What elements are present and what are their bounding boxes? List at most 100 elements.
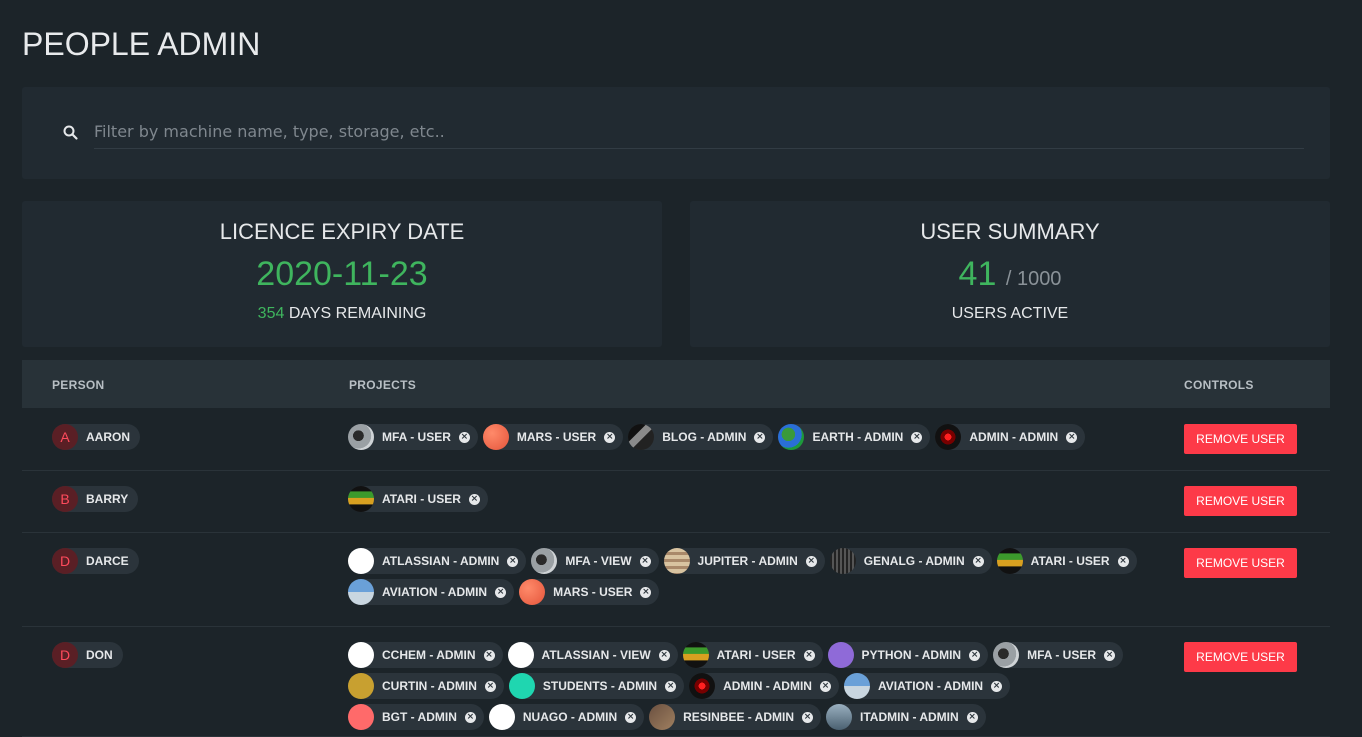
project-tag[interactable]: ADMIN - ADMIN ×	[689, 673, 839, 699]
licence-remaining: 354 DAYS REMAINING	[22, 305, 662, 323]
project-tag-label: MFA - USER	[1027, 648, 1096, 662]
remove-user-button[interactable]: REMOVE USER	[1184, 424, 1297, 454]
close-icon[interactable]: ×	[1117, 555, 1129, 567]
person-chip[interactable]: D DARCE	[52, 548, 139, 574]
project-tag[interactable]: AVIATION - ADMIN ×	[843, 673, 1011, 699]
close-icon[interactable]: ×	[640, 586, 652, 598]
project-tag[interactable]: MARS - USER ×	[482, 424, 624, 450]
search-icon	[63, 125, 78, 140]
project-tag[interactable]: BGT - ADMIN ×	[348, 704, 484, 730]
project-tag-label: MFA - USER	[382, 430, 451, 444]
close-icon[interactable]: ×	[1104, 649, 1115, 661]
project-tag[interactable]: ATLASSIAN - VIEW ×	[507, 642, 678, 668]
licence-card: LICENCE EXPIRY DATE 2020-11-23 354 DAYS …	[22, 201, 662, 347]
mars-icon	[482, 424, 509, 450]
search-input[interactable]	[94, 114, 1304, 149]
project-list: MFA - USER × MARS - USER × BLOG - ADMIN × EART…	[348, 424, 1148, 450]
project-tag[interactable]: CURTIN - ADMIN ×	[348, 673, 504, 699]
person-name: AARON	[86, 430, 130, 444]
close-icon[interactable]: ×	[972, 555, 984, 567]
close-icon[interactable]: ×	[803, 649, 815, 661]
avatar: D	[52, 548, 78, 574]
admin-icon	[689, 673, 716, 699]
close-icon[interactable]: ×	[819, 680, 831, 692]
active-count: 41	[958, 255, 997, 293]
table-row: D DARCE ATLASSIAN - ADMIN × MFA - VIEW × JUPIT…	[22, 532, 1330, 627]
project-tag[interactable]: ATARI - USER ×	[348, 486, 488, 512]
resinbee-icon	[649, 704, 676, 730]
close-icon[interactable]: ×	[468, 493, 480, 505]
project-tag[interactable]: MFA - USER ×	[348, 424, 478, 450]
project-tag-label: ATARI - USER	[716, 648, 796, 662]
person-chip[interactable]: D DON	[52, 642, 123, 668]
close-icon[interactable]: ×	[484, 680, 496, 692]
mars-icon	[519, 579, 546, 605]
project-tag[interactable]: AVIATION - ADMIN ×	[348, 579, 515, 605]
project-tag[interactable]: CCHEM - ADMIN ×	[348, 642, 503, 668]
project-tag[interactable]: EARTH - ADMIN ×	[778, 424, 931, 450]
project-tag[interactable]: ATARI - USER ×	[682, 642, 823, 668]
project-tag[interactable]: JUPITER - ADMIN ×	[663, 548, 825, 574]
project-tag[interactable]: MFA - USER ×	[993, 642, 1123, 668]
person-chip[interactable]: B BARRY	[52, 486, 139, 512]
remove-user-button[interactable]: REMOVE USER	[1184, 486, 1297, 516]
remove-user-button[interactable]: REMOVE USER	[1184, 642, 1297, 672]
user-summary-card: USER SUMMARY 41 / 1000 USERS ACTIVE	[690, 201, 1330, 347]
project-tag-label: PYTHON - ADMIN	[861, 648, 962, 662]
header-projects[interactable]: PROJECTS	[349, 378, 416, 392]
project-tag-label: BLOG - ADMIN	[662, 430, 747, 444]
close-icon[interactable]: ×	[625, 711, 637, 723]
project-tag-label: EARTH - ADMIN	[812, 430, 904, 444]
person-name: DARCE	[86, 554, 129, 568]
project-tag-label: ATARI - USER	[1030, 554, 1110, 568]
close-icon[interactable]: ×	[805, 555, 817, 567]
jupiter-icon	[663, 548, 690, 574]
close-icon[interactable]: ×	[464, 711, 476, 723]
close-icon[interactable]: ×	[658, 649, 670, 661]
close-icon[interactable]: ×	[802, 711, 814, 723]
project-tag[interactable]: PYTHON - ADMIN ×	[827, 642, 989, 668]
close-icon[interactable]: ×	[1066, 431, 1078, 443]
close-icon[interactable]: ×	[991, 680, 1003, 692]
blog-icon	[628, 424, 655, 450]
project-tag-label: ATLASSIAN - VIEW	[541, 648, 651, 662]
project-tag[interactable]: ATLASSIAN - ADMIN ×	[348, 548, 527, 574]
project-tag[interactable]: MARS - USER ×	[519, 579, 660, 605]
project-tag[interactable]: GENALG - ADMIN ×	[829, 548, 992, 574]
atlassian-icon	[507, 642, 534, 668]
close-icon[interactable]: ×	[604, 431, 616, 443]
project-tag[interactable]: ATARI - USER ×	[996, 548, 1137, 574]
close-icon[interactable]: ×	[483, 649, 495, 661]
close-icon[interactable]: ×	[969, 649, 981, 661]
atari-icon	[682, 642, 709, 668]
header-person[interactable]: PERSON	[52, 378, 104, 392]
close-icon[interactable]: ×	[754, 431, 766, 443]
licence-title: LICENCE EXPIRY DATE	[219, 219, 465, 244]
remove-user-button[interactable]: REMOVE USER	[1184, 548, 1297, 578]
avatar: A	[52, 424, 78, 450]
close-icon[interactable]: ×	[495, 586, 507, 598]
close-icon[interactable]: ×	[911, 431, 923, 443]
project-tag[interactable]: MFA - VIEW ×	[531, 548, 659, 574]
project-tag[interactable]: ADMIN - ADMIN ×	[935, 424, 1086, 450]
close-icon[interactable]: ×	[458, 431, 470, 443]
earth-icon	[778, 424, 805, 450]
project-tag[interactable]: BLOG - ADMIN ×	[628, 424, 774, 450]
python-icon	[827, 642, 854, 668]
project-tag[interactable]: NUAGO - ADMIN ×	[488, 704, 645, 730]
project-list: CCHEM - ADMIN × ATLASSIAN - VIEW × ATARI - U…	[348, 642, 1148, 730]
project-tag-label: ADMIN - ADMIN	[723, 679, 812, 693]
close-icon[interactable]: ×	[639, 555, 651, 567]
project-tag-label: ATLASSIAN - ADMIN	[382, 554, 500, 568]
project-tag[interactable]: RESINBEE - ADMIN ×	[649, 704, 822, 730]
project-tag-label: MFA - VIEW	[565, 554, 632, 568]
close-icon[interactable]: ×	[507, 555, 519, 567]
project-tag[interactable]: ITADMIN - ADMIN ×	[826, 704, 986, 730]
users-active-label: USERS ACTIVE	[951, 305, 1069, 322]
person-chip[interactable]: A AARON	[52, 424, 140, 450]
project-tag-label: JUPITER - ADMIN	[697, 554, 798, 568]
cchem-icon	[348, 642, 374, 668]
project-tag[interactable]: STUDENTS - ADMIN ×	[508, 673, 685, 699]
close-icon[interactable]: ×	[665, 680, 677, 692]
close-icon[interactable]: ×	[966, 711, 978, 723]
